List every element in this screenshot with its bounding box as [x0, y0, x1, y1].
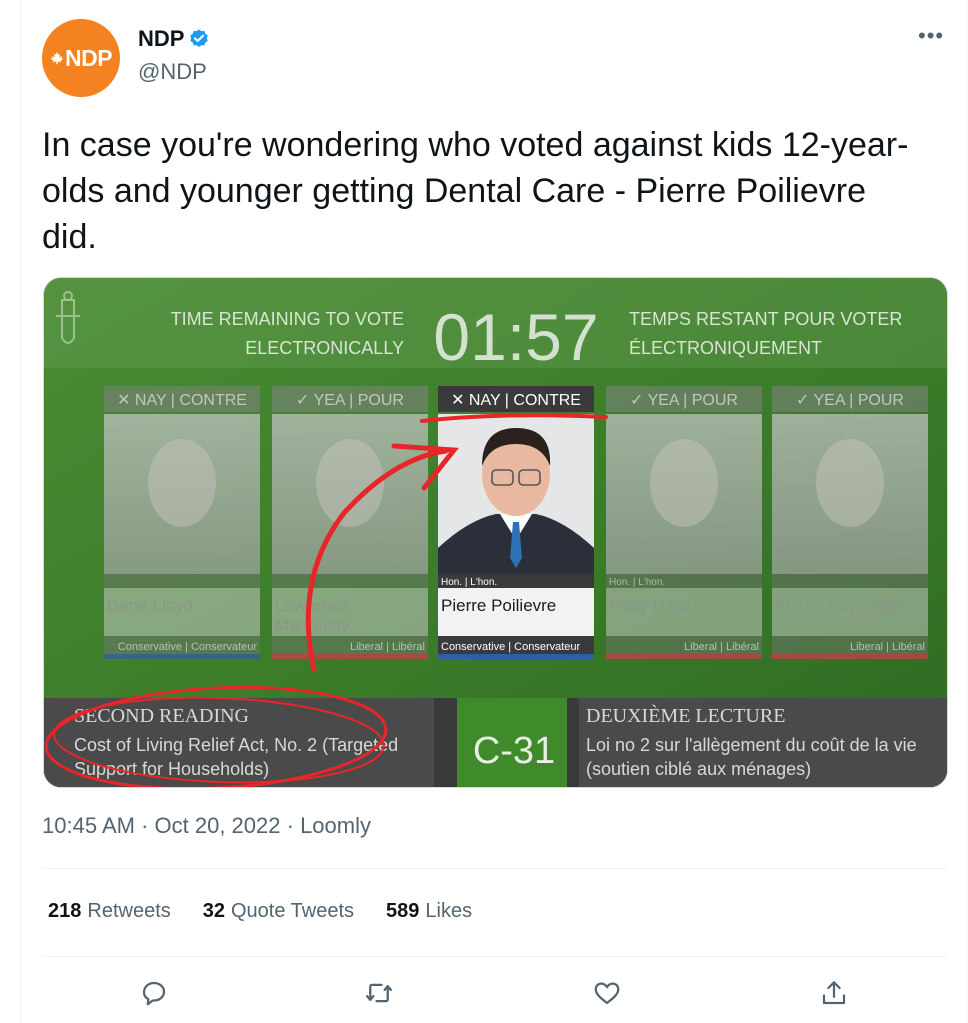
member-name-line2: MacAulay: [275, 616, 350, 635]
share-icon: [822, 981, 846, 1005]
vote-label: ✓ YEA | POUR: [296, 392, 404, 409]
reply-button[interactable]: [137, 976, 171, 1010]
tweet-media[interactable]: TIME REMAINING TO VOTE ELECTRONICALLY 01…: [43, 277, 948, 788]
likes-stat[interactable]: 589 Likes: [386, 900, 472, 923]
party-color-bar: [438, 654, 594, 659]
divider: [42, 956, 947, 957]
timer-label-fr-2: ÉLECTRONIQUEMENT: [629, 338, 822, 358]
tweet-source[interactable]: Loomly: [300, 813, 371, 839]
vote-label: ✕ NAY | CONTRE: [117, 392, 247, 409]
vote-screen-image: TIME REMAINING TO VOTE ELECTRONICALLY 01…: [44, 278, 947, 787]
tweet-actions: [0, 976, 968, 1016]
party-color-bar: [272, 654, 428, 659]
divider: [42, 868, 947, 869]
honorific: Hon. | L'hon.: [441, 577, 497, 588]
verified-badge-icon: [188, 28, 210, 50]
quotes-count: 32: [202, 900, 225, 922]
bill-number: C-31: [473, 730, 555, 772]
vote-label: ✕ NAY | CONTRE: [451, 392, 581, 409]
display-name-row[interactable]: NDP: [138, 26, 210, 52]
timer-label-fr-1: TEMPS RESTANT POUR VOTER: [629, 309, 902, 329]
party-label: Liberal | Libéral: [684, 641, 759, 653]
like-button[interactable]: [590, 976, 624, 1010]
party-color-bar: [104, 654, 260, 659]
retweet-icon: [366, 983, 392, 1003]
timer-label-en-2: ELECTRONICALLY: [245, 338, 404, 358]
account-handle[interactable]: @NDP: [138, 59, 207, 85]
party-label: Liberal | Libéral: [350, 641, 425, 653]
member-name: Dane Lloyd: [107, 596, 193, 615]
more-options-icon[interactable]: •••: [918, 25, 944, 47]
bill-title-fr-1: Loi no 2 sur l'allègement du coût de la …: [586, 735, 917, 755]
bill-title-fr-2: (soutien ciblé aux ménages): [586, 759, 811, 779]
retweet-button[interactable]: [362, 976, 396, 1010]
member-card: ✓ YEA | POURLawrenceMacAulayLiberal | Li…: [272, 386, 428, 659]
reading-fr: DEUXIÈME LECTURE: [586, 704, 785, 727]
tweet-time[interactable]: 10:45 AM: [42, 813, 135, 839]
vote-label: ✓ YEA | POUR: [630, 392, 738, 409]
quotes-label: Quote Tweets: [231, 900, 355, 922]
member-cards: ✕ NAY | CONTRE Dane Lloyd Conservative | C…: [104, 386, 928, 659]
likes-count: 589: [386, 900, 420, 922]
tweet-stats: 218 Retweets 32 Quote Tweets 589 Likes: [48, 900, 504, 923]
likes-label: Likes: [425, 900, 473, 922]
member-card: ✓ YEA | POUR Arielle Kayabaga Liberal | Li…: [772, 386, 928, 659]
party-label: Liberal | Libéral: [850, 641, 925, 653]
share-button[interactable]: [817, 976, 851, 1010]
party-color-bar: [772, 654, 928, 659]
meta-separator: ·: [134, 813, 155, 838]
member-card: ✓ YEA | POUR Hon. | L'hon. Patty Hajdu Libe…: [606, 386, 762, 659]
avatar[interactable]: NDP: [42, 19, 120, 97]
meta-separator: ·: [280, 813, 301, 838]
tweet-text: In case you're wondering who voted again…: [42, 126, 909, 256]
bill-title-en-2: Support for Households): [74, 759, 269, 779]
party-color-bar: [606, 654, 762, 659]
member-name: Pierre Poilievre: [441, 596, 556, 615]
avatar-logo: NDP: [50, 44, 113, 72]
member-name: Arielle Kayabaga: [775, 596, 904, 615]
timer-label-en-1: TIME REMAINING TO VOTE: [171, 309, 404, 329]
retweets-label: Retweets: [87, 900, 171, 922]
quote-tweets-stat[interactable]: 32 Quote Tweets: [203, 900, 354, 923]
reply-icon: [142, 981, 166, 1006]
timeline-border-left: [20, 0, 21, 1023]
maple-leaf-icon: [50, 51, 64, 65]
tweet-meta: 10:45 AM · Oct 20, 2022 · Loomly: [42, 813, 371, 839]
member-card: ✕ NAY | CONTRE Dane Lloyd Conservative | C…: [104, 386, 260, 659]
vote-label: ✓ YEA | POUR: [796, 392, 904, 409]
party-label: Conservative | Conservateur: [118, 641, 258, 653]
retweets-stat[interactable]: 218 Retweets: [48, 900, 171, 923]
retweets-count: 218: [48, 900, 82, 922]
heart-icon: [594, 982, 620, 1005]
avatar-text: NDP: [64, 44, 113, 71]
tweet-date[interactable]: Oct 20, 2022: [155, 813, 281, 839]
member-name: Patty Hajdu: [609, 596, 697, 615]
vote-timer: 01:57: [433, 300, 598, 374]
bill-title-en-1: Cost of Living Relief Act, No. 2 (Target…: [74, 735, 398, 755]
display-name[interactable]: NDP: [138, 26, 184, 52]
bill-banner: SECOND READING Cost of Living Relief Act…: [44, 698, 947, 787]
honorific: Hon. | L'hon.: [609, 577, 665, 588]
member-card: ✕ NAY | CONTRE Hon. | L'hon. Pierre Poilie…: [438, 386, 594, 659]
party-label: Conservative | Conservateur: [441, 641, 581, 653]
timeline-border-right: [966, 0, 967, 1023]
